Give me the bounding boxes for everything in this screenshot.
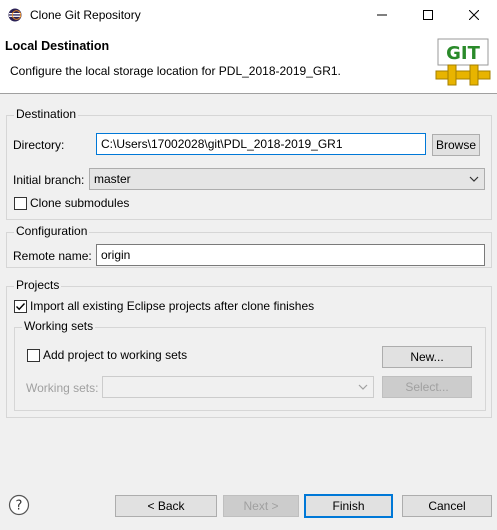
finish-button[interactable]: Finish [304,494,393,518]
maximize-icon [423,10,433,20]
directory-input[interactable]: C:\Users\17002028\git\PDL_2018-2019_GR1 [96,133,426,155]
page-title: Local Destination [5,39,110,53]
import-projects-label: Import all existing Eclipse projects aft… [30,299,315,313]
wizard-banner: Local Destination Configure the local st… [0,30,497,94]
new-working-set-button[interactable]: New... [382,346,472,368]
eclipse-icon [8,8,22,22]
clone-submodules-checkbox[interactable] [14,197,27,210]
checkmark-icon [16,303,26,311]
minimize-icon [377,14,387,16]
import-projects-checkbox[interactable] [14,300,27,313]
browse-button[interactable]: Browse [432,134,480,156]
help-icon[interactable]: ? [8,494,30,516]
back-button[interactable]: < Back [115,495,217,517]
select-working-sets-button[interactable]: Select... [382,376,472,398]
maximize-button[interactable] [405,0,451,30]
initial-branch-value: master [94,172,131,186]
destination-group-title: Destination [14,107,79,121]
window-title: Clone Git Repository [30,8,141,22]
working-sets-group: Working sets [14,319,486,411]
close-icon [469,10,479,20]
next-button[interactable]: Next > [223,495,299,517]
working-sets-label: Working sets: [26,381,99,395]
chevron-down-icon [469,176,479,182]
git-logo-icon: GIT [435,38,491,86]
minimize-button[interactable] [359,0,405,30]
add-to-working-sets-label: Add project to working sets [43,348,188,362]
initial-branch-select[interactable]: master [89,168,485,190]
svg-text:?: ? [16,499,23,514]
working-sets-group-title: Working sets [22,319,96,333]
cancel-button[interactable]: Cancel [402,495,492,517]
chevron-down-icon [358,384,368,390]
clone-submodules-label: Clone submodules [30,196,130,210]
initial-branch-label: Initial branch: [13,173,85,187]
footer-separator [0,479,497,480]
configuration-group-title: Configuration [14,224,90,238]
close-button[interactable] [451,0,497,30]
remote-name-input[interactable]: origin [96,244,485,266]
projects-group-title: Projects [14,278,62,292]
add-to-working-sets-checkbox[interactable] [27,349,40,362]
remote-name-label: Remote name: [13,249,92,263]
git-logo-text: GIT [446,43,480,64]
title-bar: Clone Git Repository [0,0,497,30]
working-sets-select[interactable] [102,376,374,398]
directory-label: Directory: [13,138,65,152]
page-description: Configure the local storage location for… [10,64,341,78]
